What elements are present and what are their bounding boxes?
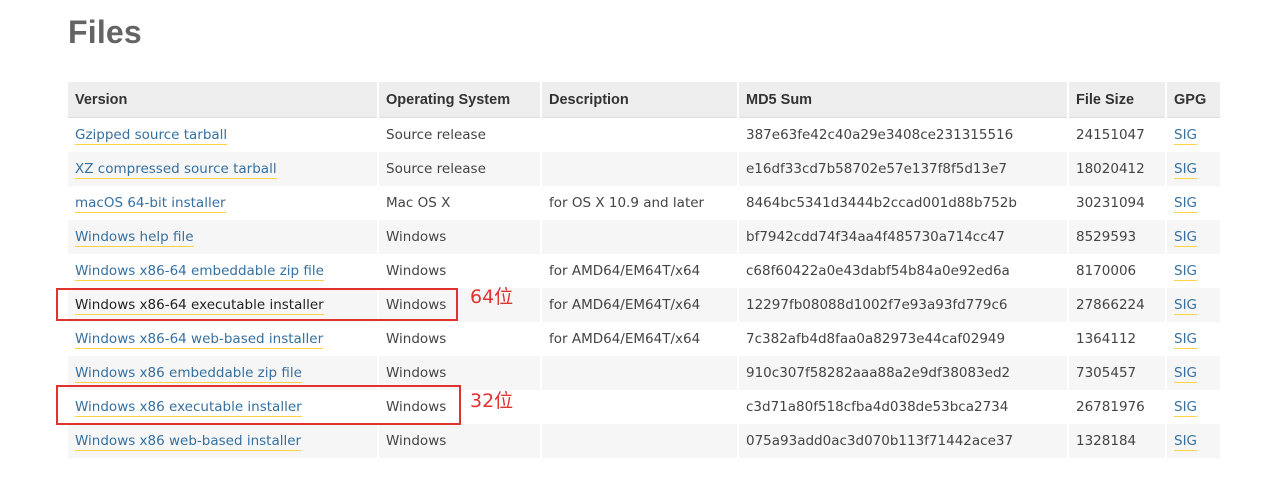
download-link[interactable]: Gzipped source tarball [75,127,228,145]
cell-md5: e16df33cd7b58702e57e137f8f5d13e7 [738,152,1069,186]
annotation-64bit: 64位 [470,286,514,308]
header-operating-system: Operating System [378,82,542,118]
header-file-size: File Size [1068,82,1167,118]
cell-os: Windows [378,424,542,458]
cell-version: Windows help file [68,220,379,254]
cell-md5: 12297fb08088d1002f7e93a93fd779c6 [738,288,1069,322]
cell-version: Windows x86 web-based installer [68,424,379,458]
sig-link[interactable]: SIG [1174,365,1198,383]
cell-file-size: 8170006 [1068,254,1167,288]
cell-os: Source release [378,117,542,152]
cell-version: Gzipped source tarball [68,117,379,152]
download-link[interactable]: macOS 64-bit installer [75,195,226,213]
cell-file-size: 30231094 [1068,186,1167,220]
cell-file-size: 26781976 [1068,390,1167,424]
sig-link[interactable]: SIG [1174,263,1198,281]
cell-md5: 387e63fe42c40a29e3408ce231315516 [738,117,1069,152]
cell-gpg: SIG [1166,424,1220,458]
cell-md5: bf7942cdd74f34aa4f485730a714cc47 [738,220,1069,254]
cell-md5: 8464bc5341d3444b2ccad001d88b752b [738,186,1069,220]
cell-file-size: 24151047 [1068,117,1167,152]
cell-description [541,152,739,186]
sig-link[interactable]: SIG [1174,229,1198,247]
cell-gpg: SIG [1166,356,1220,390]
cell-md5: c68f60422a0e43dabf54b84a0e92ed6a [738,254,1069,288]
cell-description: for OS X 10.9 and later [541,186,739,220]
cell-description: for AMD64/EM64T/x64 [541,322,739,356]
header-description: Description [541,82,739,118]
cell-version: Windows x86-64 web-based installer [68,322,379,356]
cell-gpg: SIG [1166,186,1220,220]
cell-gpg: SIG [1166,254,1220,288]
cell-gpg: SIG [1166,322,1220,356]
cell-version: macOS 64-bit installer [68,186,379,220]
download-link[interactable]: Windows x86 web-based installer [75,433,302,451]
header-gpg: GPG [1166,82,1220,118]
cell-file-size: 27866224 [1068,288,1167,322]
cell-description [541,424,739,458]
cell-md5: 7c382afb4d8faa0a82973e44caf02949 [738,322,1069,356]
sig-link[interactable]: SIG [1174,161,1198,179]
table-row: Gzipped source tarball Source release 38… [68,117,1220,152]
header-md5-sum: MD5 Sum [738,82,1069,118]
sig-link[interactable]: SIG [1174,433,1198,451]
cell-description [541,356,739,390]
cell-os: Windows [378,220,542,254]
cell-gpg: SIG [1166,220,1220,254]
table-header-row: Version Operating System Description MD5… [68,82,1220,118]
cell-gpg: SIG [1166,117,1220,152]
cell-gpg: SIG [1166,152,1220,186]
cell-os: Mac OS X [378,186,542,220]
table-row: macOS 64-bit installer Mac OS X for OS X… [68,186,1220,220]
cell-description: for AMD64/EM64T/x64 [541,288,739,322]
cell-md5: 910c307f58282aaa88a2e9df38083ed2 [738,356,1069,390]
sig-link[interactable]: SIG [1174,297,1198,315]
sig-link[interactable]: SIG [1174,195,1198,213]
highlight-box-32bit [56,385,461,425]
cell-description [541,220,739,254]
cell-version: Windows x86-64 embeddable zip file [68,254,379,288]
cell-md5: c3d71a80f518cfba4d038de53bca2734 [738,390,1069,424]
table-row: Windows x86-64 web-based installer Windo… [68,322,1220,356]
download-link[interactable]: Windows x86 embeddable zip file [75,365,302,383]
annotation-32bit: 32位 [470,390,514,412]
cell-file-size: 8529593 [1068,220,1167,254]
cell-description [541,390,739,424]
cell-description: for AMD64/EM64T/x64 [541,254,739,288]
download-link[interactable]: Windows x86-64 embeddable zip file [75,263,324,281]
cell-file-size: 7305457 [1068,356,1167,390]
sig-link[interactable]: SIG [1174,127,1198,145]
cell-os: Windows [378,322,542,356]
sig-link[interactable]: SIG [1174,331,1198,349]
table-row: Windows x86-64 embeddable zip file Windo… [68,254,1220,288]
sig-link[interactable]: SIG [1174,399,1198,417]
download-link[interactable]: XZ compressed source tarball [75,161,277,179]
cell-file-size: 18020412 [1068,152,1167,186]
download-link[interactable]: Windows help file [75,229,194,247]
cell-gpg: SIG [1166,390,1220,424]
table-row: Windows help file Windows bf7942cdd74f34… [68,220,1220,254]
cell-description [541,117,739,152]
header-version: Version [68,82,379,118]
highlight-box-64bit [56,288,458,321]
download-link[interactable]: Windows x86-64 web-based installer [75,331,324,349]
cell-file-size: 1364112 [1068,322,1167,356]
table-row: XZ compressed source tarball Source rele… [68,152,1220,186]
cell-os: Windows [378,254,542,288]
cell-file-size: 1328184 [1068,424,1167,458]
cell-version: XZ compressed source tarball [68,152,379,186]
cell-os: Source release [378,152,542,186]
page-title: Files [68,14,142,50]
table-row: Windows x86 web-based installer Windows … [68,424,1220,458]
cell-gpg: SIG [1166,288,1220,322]
cell-md5: 075a93add0ac3d070b113f71442ace37 [738,424,1069,458]
